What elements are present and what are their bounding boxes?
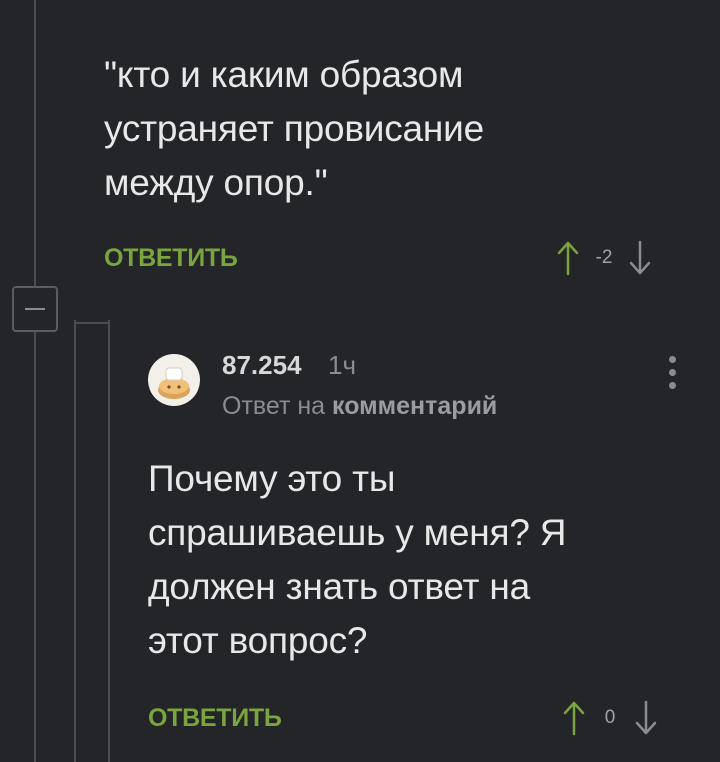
comment-time: 1ч	[328, 350, 357, 380]
reply-vote-controls: 0	[562, 698, 658, 738]
parent-comment-line: устраняет провисание	[104, 108, 485, 149]
arrow-down-icon[interactable]	[628, 240, 652, 276]
thread-line-reply-inner	[108, 320, 110, 762]
reply-comment-text: Почему это ты спрашиваешь у меня? Я долж…	[148, 452, 567, 668]
thread-line-root	[34, 0, 36, 286]
arrow-up-icon[interactable]	[562, 700, 586, 736]
thread-line-root-lower	[34, 332, 36, 762]
reply-score: 0	[604, 707, 616, 728]
arrow-up-icon[interactable]	[556, 240, 580, 276]
parent-comment-text: "кто и каким образом устраняет провисани…	[104, 48, 484, 210]
reply-reply-button[interactable]: ОТВЕТИТЬ	[148, 704, 282, 733]
pie-avatar-icon	[158, 367, 190, 399]
parent-score: -2	[595, 247, 613, 268]
reply-comment-line: Почему это ты	[148, 458, 396, 499]
thread-line-horizontal	[74, 322, 110, 324]
parent-comment-line: между опор."	[104, 162, 328, 203]
reply-to-info: Ответ на комментарий	[222, 392, 497, 421]
thread-line-reply	[74, 320, 76, 762]
more-options-button[interactable]	[660, 356, 684, 400]
minus-icon	[25, 308, 45, 310]
arrow-down-icon[interactable]	[634, 700, 658, 736]
avatar[interactable]	[148, 354, 200, 406]
parent-comment-line: "кто и каким образом	[104, 54, 464, 95]
vertical-dots-icon	[660, 356, 684, 389]
username[interactable]: 87.254	[222, 350, 302, 381]
reply-comment-line: спрашиваешь у меня? Я	[148, 512, 567, 553]
reply-prefix: Ответ на	[222, 392, 326, 420]
parent-vote-controls: -2	[556, 238, 652, 278]
parent-reply-button[interactable]: ОТВЕТИТЬ	[104, 244, 238, 273]
reply-comment-line: этот вопрос?	[148, 620, 368, 661]
reply-comment-line: должен знать ответ на	[148, 566, 530, 607]
reply-target-link[interactable]: комментарий	[332, 392, 497, 420]
collapse-toggle-button[interactable]	[12, 286, 58, 332]
